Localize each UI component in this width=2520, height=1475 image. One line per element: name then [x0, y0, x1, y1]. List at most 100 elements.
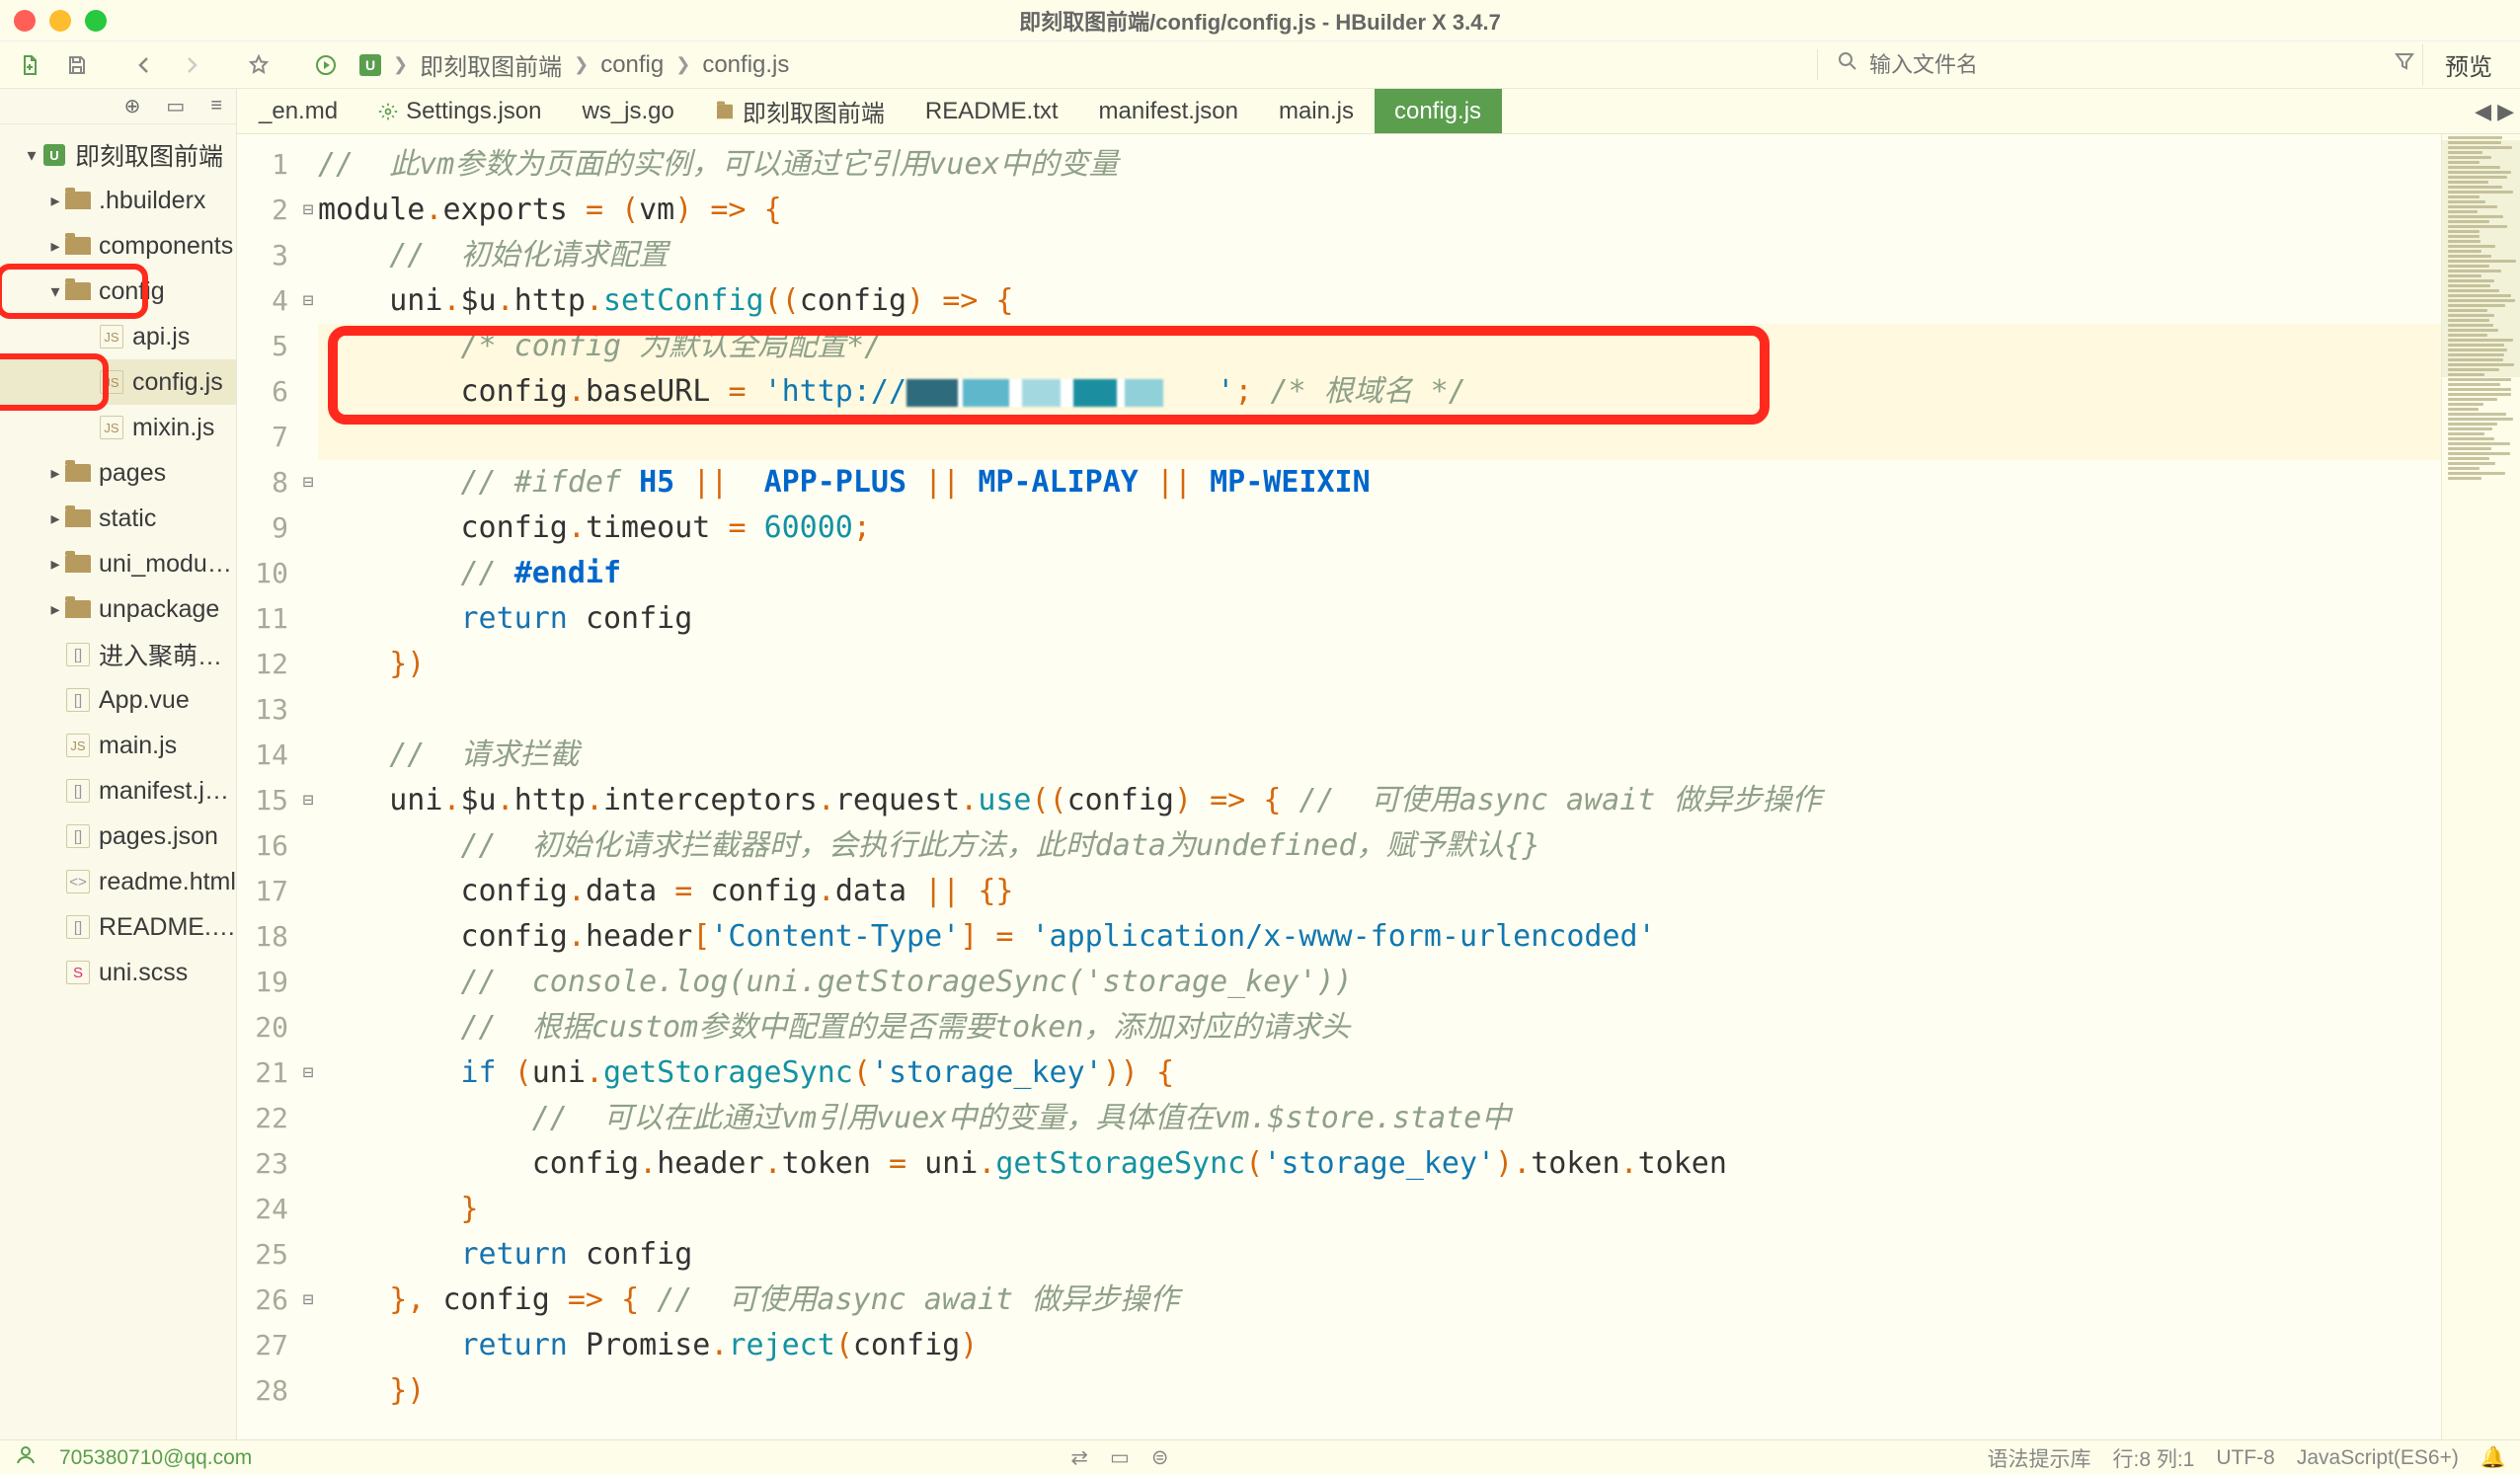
code-line[interactable]: // 初始化请求配置	[318, 233, 2441, 278]
save-button[interactable]	[53, 45, 101, 85]
run-button[interactable]	[302, 45, 350, 85]
code-line[interactable]: })	[318, 1368, 2441, 1414]
notification-icon[interactable]: 🔔	[2481, 1446, 2506, 1470]
nav-forward-button[interactable]	[168, 45, 215, 85]
minimap-viewport[interactable]	[2442, 140, 2520, 377]
star-button[interactable]	[235, 45, 282, 85]
tree-item-config-js[interactable]: JSconfig.js	[0, 359, 236, 405]
search-input[interactable]	[1869, 52, 2383, 78]
status-icon[interactable]: ⇄	[1070, 1445, 1088, 1470]
code-line[interactable]: config.header['Content-Type'] = 'applica…	[318, 914, 2441, 960]
tab-ws-js-go[interactable]: ws_js.go	[562, 89, 694, 133]
fold-toggle[interactable]: ⊟	[298, 278, 318, 324]
tab-main-js[interactable]: main.js	[1259, 89, 1375, 133]
breadcrumb-item[interactable]: config.js	[702, 51, 789, 79]
tab--en-md[interactable]: _en.md	[239, 89, 358, 133]
tree-item-readme-txt[interactable]: []README.txt	[0, 904, 236, 950]
chevron-right-icon: ▸	[45, 463, 65, 484]
minimap[interactable]	[2441, 134, 2520, 1439]
chevron-right-icon: ▸	[45, 191, 65, 211]
tree-item-uni-scss[interactable]: Suni.scss	[0, 950, 236, 995]
status-cursor-position[interactable]: 行:8 列:1	[2112, 1443, 2194, 1473]
code-line[interactable]: }, config => { // 可使用async await 做异步操作	[318, 1278, 2441, 1323]
tree-item-app-vue[interactable]: []App.vue	[0, 677, 236, 723]
fold-toggle[interactable]: ⊟	[298, 188, 318, 233]
tab--[interactable]: 即刻取图前端	[695, 89, 906, 133]
tree-item-config[interactable]: ▾config	[0, 269, 236, 314]
code-line[interactable]: return Promise.reject(config)	[318, 1323, 2441, 1368]
tree-item-main-js[interactable]: JSmain.js	[0, 723, 236, 768]
tree-item-components[interactable]: ▸components	[0, 223, 236, 269]
code-line[interactable]: if (uni.getStorageSync('storage_key')) {	[318, 1050, 2441, 1096]
new-file-button[interactable]	[6, 45, 53, 85]
code-line[interactable]: // 可以在此通过vm引用vuex中的变量，具体值在vm.$store.stat…	[318, 1096, 2441, 1141]
status-user[interactable]: 705380710@qq.com	[59, 1446, 252, 1470]
code-line[interactable]: /* config 为默认全局配置*/	[318, 324, 2441, 369]
code-line[interactable]: // 初始化请求拦截器时，会执行此方法，此时data为undefined，赋予默…	[318, 823, 2441, 869]
code-line[interactable]: uni.$u.http.interceptors.request.use((co…	[318, 778, 2441, 823]
tree-item-api-js[interactable]: JSapi.js	[0, 314, 236, 359]
code-line[interactable]: return config	[318, 596, 2441, 642]
code-editor[interactable]: 1234567891011121314151617181920212223242…	[237, 134, 2520, 1439]
code-line[interactable]: // #ifdef H5 || APP-PLUS || MP-ALIPAY ||…	[318, 460, 2441, 505]
close-window-button[interactable]	[14, 10, 36, 32]
scroll-tabs-right[interactable]: ▶	[2497, 99, 2514, 124]
menu-icon[interactable]: ≡	[210, 95, 222, 117]
tree-item--[interactable]: []进入聚萌博客发现更...	[0, 632, 236, 677]
status-icon[interactable]: ⊜	[1151, 1445, 1169, 1470]
preview-button[interactable]: 预览	[2422, 44, 2514, 86]
status-language[interactable]: JavaScript(ES6+)	[2297, 1446, 2459, 1470]
minimize-window-button[interactable]	[49, 10, 71, 32]
breadcrumb-item[interactable]: config	[600, 51, 664, 79]
maximize-window-button[interactable]	[85, 10, 107, 32]
code-line[interactable]	[318, 687, 2441, 733]
code-line[interactable]: }	[318, 1187, 2441, 1232]
status-icon[interactable]: ▭	[1110, 1445, 1130, 1470]
status-encoding[interactable]: UTF-8	[2216, 1446, 2275, 1470]
folder-icon	[65, 188, 91, 213]
tab-readme-txt[interactable]: README.txt	[906, 89, 1079, 133]
code-content[interactable]: // 此vm参数为页面的实例，可以通过它引用vuex中的变量module.exp…	[318, 134, 2441, 1439]
code-line[interactable]: config.data = config.data || {}	[318, 869, 2441, 914]
status-syntax-hint[interactable]: 语法提示库	[1987, 1443, 2090, 1473]
tree-item-mixin-js[interactable]: JSmixin.js	[0, 405, 236, 450]
tree-item-pages[interactable]: ▸pages	[0, 450, 236, 496]
code-line[interactable]: // #endif	[318, 551, 2441, 596]
fold-toggle	[298, 869, 318, 914]
add-icon[interactable]: ⊕	[124, 94, 141, 118]
scroll-tabs-left[interactable]: ◀	[2475, 99, 2491, 124]
tree-item-unpackage[interactable]: ▸unpackage	[0, 586, 236, 632]
tree-item-pages-json[interactable]: []pages.json	[0, 814, 236, 859]
fold-toggle[interactable]: ⊟	[298, 1050, 318, 1096]
nav-back-button[interactable]	[120, 45, 168, 85]
fold-toggle[interactable]: ⊟	[298, 778, 318, 823]
tab-manifest-json[interactable]: manifest.json	[1079, 89, 1259, 133]
tree-item-manifest-json[interactable]: []manifest.json	[0, 768, 236, 814]
code-line[interactable]: config.baseURL = 'http:// '; /* 根域名 */	[318, 369, 2441, 415]
filter-icon[interactable]	[2393, 49, 2416, 80]
code-line[interactable]: module.exports = (vm) => {	[318, 188, 2441, 233]
tab-label: _en.md	[259, 98, 338, 125]
code-line[interactable]	[318, 415, 2441, 460]
code-line[interactable]: // console.log(uni.getStorageSync('stora…	[318, 960, 2441, 1005]
code-line[interactable]: config.header.token = uni.getStorageSync…	[318, 1141, 2441, 1187]
tab-settings-json[interactable]: Settings.json	[358, 89, 562, 133]
code-line[interactable]: return config	[318, 1232, 2441, 1278]
code-line[interactable]: // 根据custom参数中配置的是否需要token，添加对应的请求头	[318, 1005, 2441, 1050]
tree-project-root[interactable]: ▾ U 即刻取图前端	[0, 132, 236, 178]
fold-toggle[interactable]: ⊟	[298, 1278, 318, 1323]
tree-item-static[interactable]: ▸static	[0, 496, 236, 541]
tree-item--hbuilderx[interactable]: ▸.hbuilderx	[0, 178, 236, 223]
code-line[interactable]: // 此vm参数为页面的实例，可以通过它引用vuex中的变量	[318, 142, 2441, 188]
breadcrumb-item[interactable]: 即刻取图前端	[420, 47, 562, 82]
fold-toggle[interactable]: ⊟	[298, 460, 318, 505]
tree-item-uni-modules[interactable]: ▸uni_modules	[0, 541, 236, 586]
code-line[interactable]: // 请求拦截	[318, 733, 2441, 778]
terminal-icon[interactable]: ▭	[166, 94, 185, 118]
code-line[interactable]: config.timeout = 60000;	[318, 505, 2441, 551]
tree-item-readme-html[interactable]: <>readme.html	[0, 859, 236, 904]
tab-config-js[interactable]: config.js	[1375, 89, 1502, 133]
code-line[interactable]: uni.$u.http.setConfig((config) => {	[318, 278, 2441, 324]
code-line[interactable]: })	[318, 642, 2441, 687]
chevron-right-icon: ▸	[45, 508, 65, 529]
